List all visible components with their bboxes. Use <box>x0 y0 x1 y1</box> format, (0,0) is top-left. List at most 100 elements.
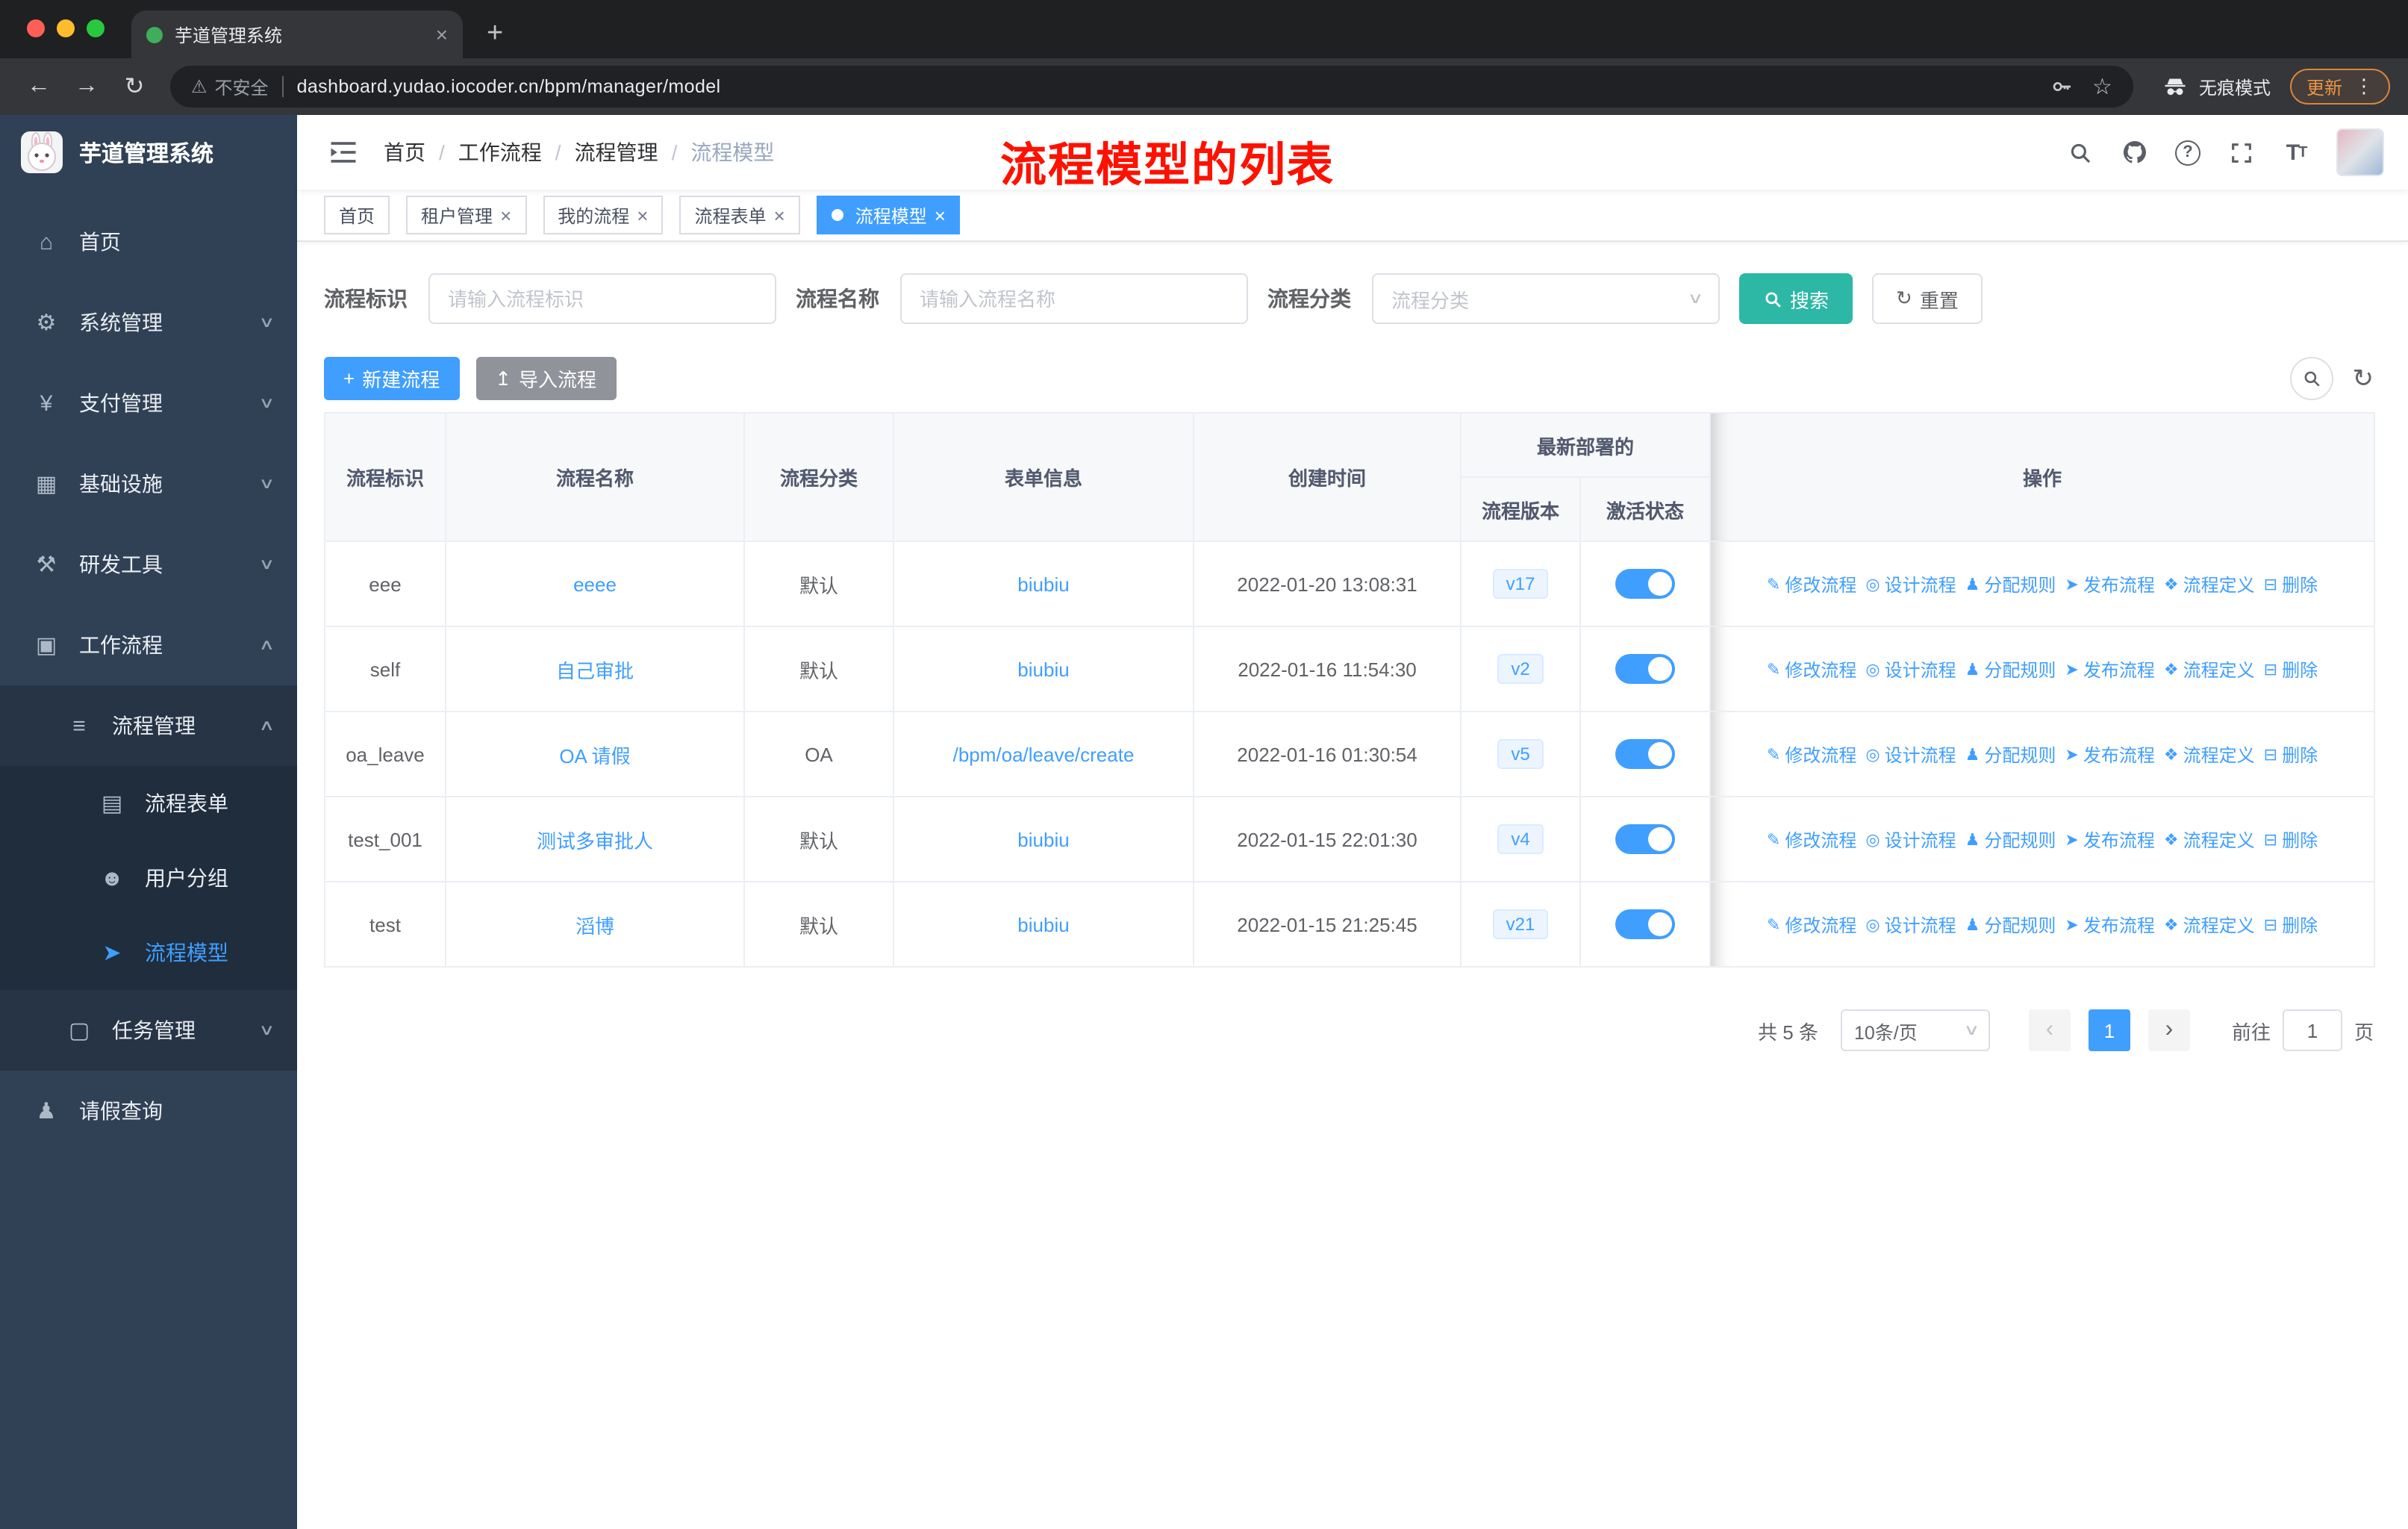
tag-active[interactable]: 流程模型 × <box>816 196 961 234</box>
active-toggle[interactable] <box>1615 569 1675 599</box>
filter-key-input[interactable] <box>428 273 776 324</box>
action-edit[interactable]: ✎ 修改流程 <box>1767 656 1856 682</box>
new-tab-button[interactable]: + <box>487 18 503 51</box>
sidebar-item[interactable]: ▣ 工作流程 ∧ <box>0 605 297 685</box>
goto-page-input[interactable] <box>2282 1009 2342 1051</box>
active-toggle[interactable] <box>1615 654 1675 684</box>
next-page-button[interactable]: › <box>2147 1009 2190 1051</box>
active-toggle[interactable] <box>1615 739 1675 769</box>
action-edit[interactable]: ✎ 修改流程 <box>1767 571 1856 597</box>
collapse-sidebar-icon[interactable] <box>327 136 360 169</box>
action-publish[interactable]: ➤ 发布流程 <box>2065 656 2154 682</box>
tag-item[interactable]: 租户管理 × <box>406 196 527 234</box>
user-avatar[interactable] <box>2336 128 2384 176</box>
action-publish[interactable]: ➤ 发布流程 <box>2065 741 2154 767</box>
action-design[interactable]: ◎ 设计流程 <box>1865 912 1956 937</box>
model-name-link[interactable]: 滔博 <box>576 915 614 937</box>
search-icon[interactable] <box>2065 137 2094 167</box>
tag-item[interactable]: 流程表单 × <box>679 196 800 234</box>
action-definition[interactable]: ❖ 流程定义 <box>2164 741 2255 767</box>
bookmark-star-icon[interactable]: ☆ <box>2092 73 2112 100</box>
model-name-link[interactable]: 自己审批 <box>556 659 634 682</box>
sidebar-item[interactable]: ▦ 基础设施 ∨ <box>0 443 297 524</box>
version-tag[interactable]: v5 <box>1497 739 1544 769</box>
action-edit[interactable]: ✎ 修改流程 <box>1767 912 1856 937</box>
action-design[interactable]: ◎ 设计流程 <box>1865 656 1956 682</box>
tab-close-icon[interactable]: × <box>436 22 448 46</box>
github-icon[interactable] <box>2120 137 2150 167</box>
zoom-window-button[interactable] <box>87 19 105 37</box>
form-link[interactable]: /bpm/oa/leave/create <box>953 743 1135 765</box>
sidebar-item[interactable]: ▤ 流程表单 <box>0 766 297 841</box>
help-icon[interactable]: ? <box>2175 140 2200 165</box>
close-icon[interactable]: × <box>935 205 946 225</box>
import-process-button[interactable]: ↥ 导入流程 <box>475 357 617 400</box>
action-edit[interactable]: ✎ 修改流程 <box>1767 826 1856 852</box>
forward-icon[interactable]: → <box>66 66 107 108</box>
font-size-icon[interactable]: TT <box>2281 137 2311 167</box>
filter-name-input[interactable] <box>900 273 1248 324</box>
table-refresh-button[interactable]: ↻ <box>2353 364 2374 393</box>
reload-icon[interactable]: ↻ <box>113 66 155 108</box>
security-status[interactable]: ⚠ 不安全 <box>191 74 269 99</box>
current-page-button[interactable]: 1 <box>2088 1009 2130 1051</box>
app-logo[interactable]: 芋道管理系统 <box>0 115 297 190</box>
breadcrumb-item[interactable]: 首页 <box>384 137 425 167</box>
sidebar-item[interactable]: ¥ 支付管理 ∨ <box>0 363 297 443</box>
browser-update-button[interactable]: 更新 ⋮ <box>2289 69 2390 105</box>
version-tag[interactable]: v2 <box>1497 654 1544 684</box>
action-assign[interactable]: ♟ 分配规则 <box>1965 912 2056 937</box>
action-assign[interactable]: ♟ 分配规则 <box>1965 656 2056 682</box>
breadcrumb-item[interactable]: 工作流程 <box>458 137 542 167</box>
action-delete[interactable]: ⊟ 删除 <box>2264 741 2318 767</box>
sidebar-item[interactable]: ≡ 流程管理 ∧ <box>0 685 297 766</box>
action-delete[interactable]: ⊟ 删除 <box>2264 912 2318 937</box>
action-delete[interactable]: ⊟ 删除 <box>2264 656 2318 682</box>
close-icon[interactable]: × <box>500 205 511 225</box>
action-edit[interactable]: ✎ 修改流程 <box>1767 741 1856 767</box>
prev-page-button[interactable]: ‹ <box>2028 1009 2071 1051</box>
action-assign[interactable]: ♟ 分配规则 <box>1965 571 2056 597</box>
sidebar-item[interactable]: ⌂ 首页 <box>0 202 297 282</box>
model-name-link[interactable]: OA 请假 <box>559 744 630 767</box>
sidebar-item[interactable]: ⚙ 系统管理 ∨ <box>0 282 297 363</box>
address-bar[interactable]: ⚠ 不安全 dashboard.yudao.iocoder.cn/bpm/man… <box>170 66 2133 108</box>
action-publish[interactable]: ➤ 发布流程 <box>2065 912 2154 937</box>
action-definition[interactable]: ❖ 流程定义 <box>2164 912 2255 937</box>
action-publish[interactable]: ➤ 发布流程 <box>2065 826 2154 852</box>
create-process-button[interactable]: + 新建流程 <box>324 357 460 400</box>
key-icon[interactable] <box>2049 75 2073 99</box>
sidebar-item[interactable]: ⚒ 研发工具 ∨ <box>0 524 297 605</box>
close-window-button[interactable] <box>27 19 45 37</box>
tag-item[interactable]: 我的流程 × <box>543 196 664 234</box>
form-link[interactable]: biubiu <box>1017 573 1069 595</box>
model-name-link[interactable]: eeee <box>573 573 617 595</box>
kebab-menu-icon[interactable]: ⋮ <box>2354 75 2374 99</box>
action-assign[interactable]: ♟ 分配规则 <box>1965 741 2056 767</box>
browser-tab[interactable]: 芋道管理系统 × <box>131 10 463 58</box>
active-toggle[interactable] <box>1615 909 1675 939</box>
action-delete[interactable]: ⊟ 删除 <box>2264 571 2318 597</box>
active-toggle[interactable] <box>1615 824 1675 854</box>
action-definition[interactable]: ❖ 流程定义 <box>2164 571 2255 597</box>
table-search-button[interactable] <box>2289 357 2333 400</box>
sidebar-item[interactable]: ▢ 任务管理 ∨ <box>0 990 297 1071</box>
form-link[interactable]: biubiu <box>1017 828 1069 850</box>
version-tag[interactable]: v21 <box>1492 909 1549 939</box>
version-tag[interactable]: v4 <box>1497 824 1544 854</box>
action-design[interactable]: ◎ 设计流程 <box>1865 741 1956 767</box>
back-icon[interactable]: ← <box>18 66 60 108</box>
action-design[interactable]: ◎ 设计流程 <box>1865 571 1956 597</box>
action-assign[interactable]: ♟ 分配规则 <box>1965 826 2056 852</box>
reset-button[interactable]: ↻ 重置 <box>1872 273 1983 324</box>
breadcrumb-item[interactable]: 流程管理 <box>575 137 658 167</box>
action-definition[interactable]: ❖ 流程定义 <box>2164 656 2255 682</box>
form-link[interactable]: biubiu <box>1017 913 1069 935</box>
sidebar-item[interactable]: ➤ 流程模型 <box>0 915 297 990</box>
fullscreen-icon[interactable] <box>2226 137 2256 167</box>
page-size-select[interactable]: 10条/页 ∨ <box>1840 1009 1990 1051</box>
action-publish[interactable]: ➤ 发布流程 <box>2065 571 2154 597</box>
sidebar-item[interactable]: ♟ 请假查询 <box>0 1071 297 1151</box>
filter-category-select[interactable]: 流程分类 ∨ <box>1372 273 1720 324</box>
sidebar-item[interactable]: ☻ 用户分组 <box>0 841 297 915</box>
